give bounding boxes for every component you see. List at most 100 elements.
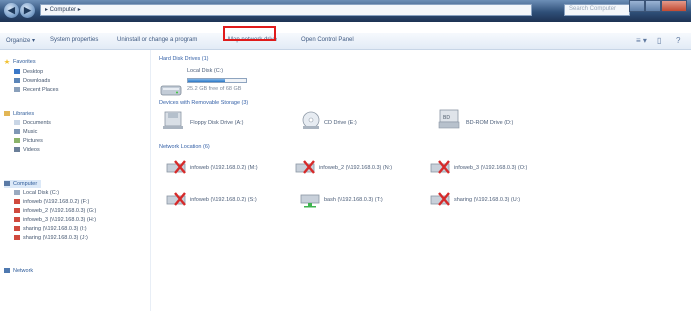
disconnected-drive-icon xyxy=(14,226,20,232)
sidebar-item-label: Desktop xyxy=(23,69,44,75)
group-header-hard-disk[interactable]: Hard Disk Drives (1) xyxy=(159,56,209,62)
disconnected-drive-icon xyxy=(14,199,20,205)
sidebar-item-label: Downloads xyxy=(23,78,51,84)
documents-icon xyxy=(14,120,20,126)
floppy-drive-icon xyxy=(163,111,183,129)
local-disk-tile[interactable]: Local Disk (C:) 25.2 GB free of 68 GB xyxy=(160,66,300,96)
disconnected-drive-icon xyxy=(14,208,20,214)
drive-name: Floppy Disk Drive (A:) xyxy=(190,120,244,126)
back-button[interactable]: ◀ xyxy=(4,3,19,18)
drive-name: CD Drive (E:) xyxy=(324,120,357,126)
drive-name: infoweb (\\192.168.0.2) (S:) xyxy=(190,197,257,203)
sidebar-item-label: infoweb_2 (\\192.168.0.3) (G:) xyxy=(23,208,97,214)
highlight-box xyxy=(223,26,276,41)
svg-text:BD: BD xyxy=(443,115,450,121)
sidebar-item-label: sharing (\\192.168.0.3) (I:) xyxy=(23,226,87,232)
sidebar-item-label: sharing (\\192.168.0.3) (J:) xyxy=(23,235,88,241)
organize-menu[interactable]: Organize ▾ xyxy=(6,37,35,44)
sidebar-item-downloads[interactable]: Downloads xyxy=(14,78,50,84)
group-header-network-location[interactable]: Network Location (6) xyxy=(159,144,210,150)
preview-pane-icon[interactable]: ▯ xyxy=(657,36,661,45)
command-bar: Organize ▾ System properties Uninstall o… xyxy=(0,33,691,50)
drive-name: infoweb_3 (\\192.168.0.3) (O:) xyxy=(454,165,528,171)
maximize-button[interactable] xyxy=(645,0,661,12)
bd-drive-tile[interactable]: BD BD-ROM Drive (D:) xyxy=(438,108,558,134)
sidebar-item-label: Videos xyxy=(23,147,40,153)
recent-places-icon xyxy=(14,87,20,93)
network-drive-tile[interactable]: infoweb_2 (\\192.168.0.3) (N:) xyxy=(295,158,415,180)
sidebar-item-documents[interactable]: Documents xyxy=(14,120,51,126)
system-properties-button[interactable]: System properties xyxy=(50,37,98,43)
sidebar-item-label: Pictures xyxy=(23,138,43,144)
bd-drive-icon: BD xyxy=(438,109,460,129)
disconnected-drive-icon xyxy=(14,217,20,223)
sidebar-item-network-drive[interactable]: infoweb (\\192.168.0.2) (F:) xyxy=(14,199,89,205)
network-drive-tile[interactable]: bash (\\192.168.0.3) (T:) xyxy=(300,190,420,212)
sidebar-item-network-drive[interactable]: infoweb_2 (\\192.168.0.3) (G:) xyxy=(14,208,96,214)
back-arrow-icon: ◀ xyxy=(8,5,15,15)
address-bar[interactable]: ▸ Computer ▸ xyxy=(40,4,532,16)
sidebar-item-local-disk[interactable]: Local Disk (C:) xyxy=(14,190,59,196)
sidebar-item-label: infoweb_3 (\\192.168.0.3) (H:) xyxy=(23,217,97,223)
sidebar-item-network-drive[interactable]: sharing (\\192.168.0.3) (I:) xyxy=(14,226,87,232)
disconnected-drive-icon xyxy=(166,192,186,206)
disconnected-drive-icon xyxy=(166,160,186,174)
network-drive-tile[interactable]: infoweb (\\192.168.0.2) (M:) xyxy=(166,158,286,180)
sidebar-item-label: Music xyxy=(23,129,38,135)
computer-icon xyxy=(4,181,10,187)
drive-name: bash (\\192.168.0.3) (T:) xyxy=(324,197,383,203)
drive-usage-bar xyxy=(187,78,247,83)
downloads-icon xyxy=(14,78,20,84)
connected-drive-icon xyxy=(300,194,320,208)
navigation-pane: Favorites Desktop Downloads Recent Place… xyxy=(0,50,151,311)
network-icon xyxy=(4,268,10,274)
address-text: ▸ Computer ▸ xyxy=(45,7,81,13)
content-pane: Hard Disk Drives (1) Local Disk (C:) 25.… xyxy=(150,50,691,311)
sidebar-item-label: infoweb (\\192.168.0.2) (F:) xyxy=(23,199,90,205)
drive-name: sharing (\\192.168.0.3) (U:) xyxy=(454,197,521,203)
videos-icon xyxy=(14,147,20,153)
view-options-icon[interactable]: ≡ ▾ xyxy=(636,36,647,45)
libraries-icon xyxy=(4,111,10,117)
floppy-drive-tile[interactable]: Floppy Disk Drive (A:) xyxy=(162,110,282,134)
sidebar-item-network-drive[interactable]: sharing (\\192.168.0.3) (J:) xyxy=(14,235,88,241)
search-input[interactable]: Search Computer xyxy=(564,4,630,16)
network-drive-tile[interactable]: infoweb (\\192.168.0.2) (S:) xyxy=(166,190,286,212)
close-button[interactable] xyxy=(661,0,687,12)
uninstall-program-button[interactable]: Uninstall or change a program xyxy=(117,37,197,43)
window-controls xyxy=(629,0,689,12)
sidebar-favorites[interactable]: Favorites xyxy=(4,59,36,65)
sidebar-item-music[interactable]: Music xyxy=(14,129,37,135)
forward-button[interactable]: ▶ xyxy=(20,3,35,18)
network-drive-tile[interactable]: sharing (\\192.168.0.3) (U:) xyxy=(430,190,550,212)
sidebar-item-videos[interactable]: Videos xyxy=(14,147,40,153)
drive-name: infoweb_2 (\\192.168.0.3) (N:) xyxy=(319,165,393,171)
sidebar-item-network-drive[interactable]: infoweb_3 (\\192.168.0.3) (H:) xyxy=(14,217,96,223)
disconnected-drive-icon xyxy=(430,192,450,206)
sidebar-item-label: Favorites xyxy=(13,59,36,65)
music-icon xyxy=(14,129,20,135)
cd-drive-icon xyxy=(302,111,320,129)
disconnected-drive-icon xyxy=(14,235,20,241)
sidebar-item-recent-places[interactable]: Recent Places xyxy=(14,87,58,93)
sidebar-item-desktop[interactable]: Desktop xyxy=(14,69,43,75)
network-drive-tile[interactable]: infoweb_3 (\\192.168.0.3) (O:) xyxy=(430,158,550,180)
search-placeholder: Search Computer xyxy=(569,6,617,12)
sidebar-computer[interactable]: Computer xyxy=(4,180,42,188)
window-titlebar: ◀ ▶ ▸ Computer ▸ Search Computer xyxy=(0,0,691,22)
sidebar-libraries[interactable]: Libraries xyxy=(4,111,34,117)
sidebar-network[interactable]: Network xyxy=(4,268,33,274)
disconnected-drive-icon xyxy=(430,160,450,174)
drive-name: infoweb (\\192.168.0.2) (M:) xyxy=(190,165,258,171)
hard-drive-icon xyxy=(160,85,182,96)
cd-drive-tile[interactable]: CD Drive (E:) xyxy=(300,110,400,134)
minimize-button[interactable] xyxy=(629,0,645,12)
drive-usage-fill xyxy=(188,79,225,82)
group-header-removable[interactable]: Devices with Removable Storage (3) xyxy=(159,100,248,106)
desktop-icon xyxy=(14,69,20,75)
pictures-icon xyxy=(14,138,20,144)
sidebar-item-pictures[interactable]: Pictures xyxy=(14,138,43,144)
sidebar-item-label: Recent Places xyxy=(23,87,59,93)
help-icon[interactable]: ? xyxy=(676,36,680,45)
open-control-panel-button[interactable]: Open Control Panel xyxy=(301,37,354,43)
